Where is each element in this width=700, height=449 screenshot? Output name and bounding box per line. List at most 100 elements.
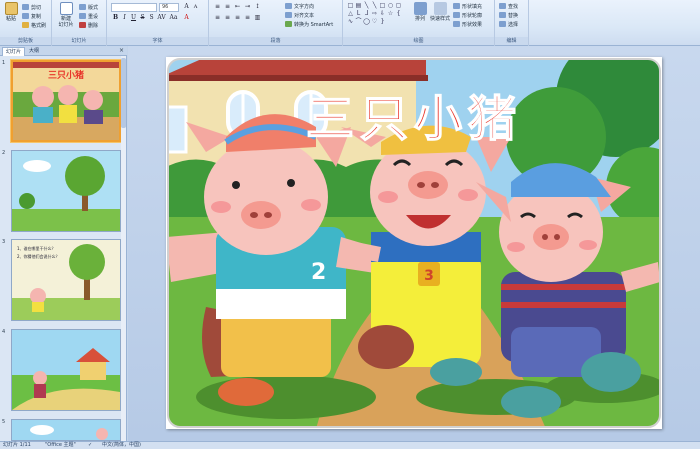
current-slide[interactable]: 2 3 三只小猪: [166, 57, 662, 429]
paste-label: 粘贴: [5, 16, 16, 22]
paste-button[interactable]: 粘贴: [2, 2, 20, 22]
align-center-icon[interactable]: ≡: [223, 14, 232, 22]
slide-number: 4: [2, 329, 6, 335]
slide-thumbnail-2[interactable]: [11, 150, 121, 232]
replace-label: 替换: [508, 12, 519, 19]
brace-shape-icon[interactable]: }: [379, 18, 386, 25]
reset-button[interactable]: 重设: [79, 12, 98, 20]
connector-shape-icon[interactable]: ᒪ: [355, 10, 362, 17]
slide-thumbnail-3[interactable]: 1、谁在哪里干什么？ 2、你猜他们会说什么？: [11, 239, 121, 321]
rectangle-shape-icon[interactable]: □: [379, 2, 386, 9]
layout-button[interactable]: 版式: [79, 3, 98, 11]
cut-label: 剪切: [31, 4, 42, 11]
bold-icon[interactable]: B: [111, 14, 120, 22]
grow-font-icon[interactable]: A: [182, 3, 191, 11]
decrease-indent-icon[interactable]: ⇤: [233, 3, 242, 11]
brush-icon: [22, 22, 29, 28]
rectangle-shape-icon[interactable]: □: [347, 2, 354, 9]
heart-shape-icon[interactable]: ♡: [371, 18, 378, 25]
slide-illustration: 2 3 三只小猪: [167, 58, 661, 428]
slide-thumbnail-4[interactable]: [11, 329, 121, 411]
pig-shirt-number: 2: [311, 260, 326, 285]
curve-shape-icon[interactable]: ∿: [347, 18, 354, 25]
increase-indent-icon[interactable]: ⇥: [243, 3, 252, 11]
tab-slides[interactable]: 幻灯片: [2, 47, 26, 56]
change-case-icon[interactable]: Aa: [169, 14, 178, 22]
find-button[interactable]: 查找: [499, 2, 518, 10]
shapes-gallery[interactable]: □ ▤ ╲ ╲ □ ○ ▢ △ ᒪ ᒧ ⇨ ⇩ ☆ { ∿ ⌒ ◯ ♡ }: [347, 2, 405, 28]
reset-icon: [79, 13, 86, 19]
numbering-icon[interactable]: ≡: [223, 3, 232, 11]
paste-icon: [4, 2, 18, 15]
slide-counter: 幻灯片 1/11: [3, 442, 31, 448]
align-text-button[interactable]: 对齐文本: [285, 11, 314, 19]
callout-shape-icon[interactable]: ◯: [363, 18, 370, 25]
font-name-combo[interactable]: [111, 3, 157, 12]
convert-smartart-button[interactable]: 转换为 SmartArt: [285, 20, 333, 28]
editing-group-label: 编辑: [495, 37, 528, 45]
italic-icon[interactable]: I: [120, 14, 129, 22]
line-shape-icon[interactable]: ╲: [363, 2, 370, 9]
new-slide-label: 新建 幻灯片: [58, 16, 74, 28]
text-direction-button[interactable]: 文字方向: [285, 2, 314, 10]
layout-label: 版式: [88, 4, 99, 11]
scrollbar-thumb[interactable]: [121, 58, 126, 128]
clipboard-group: 粘贴 剪切 复制 格式刷 剪贴板: [0, 0, 52, 46]
font-size-value: 96: [162, 4, 169, 10]
shadow-icon[interactable]: S: [147, 14, 156, 22]
text-box-shape-icon[interactable]: ▤: [355, 2, 362, 9]
slides-pane: 幻灯片 大纲 × 1 三只小猪 2 3 1、谁在哪里干什么？ 2、你猜他们会说什…: [0, 46, 127, 441]
strikethrough-icon[interactable]: S: [138, 14, 147, 22]
shape-fill-button[interactable]: 形状填充: [453, 2, 482, 10]
shape-outline-button[interactable]: 形状轮廓: [453, 11, 482, 19]
oval-shape-icon[interactable]: ○: [387, 2, 394, 9]
columns-icon[interactable]: ▥: [253, 14, 262, 22]
close-icon[interactable]: ×: [119, 47, 124, 54]
tab-outline[interactable]: 大纲: [26, 47, 42, 56]
triangle-shape-icon[interactable]: △: [347, 10, 354, 17]
slide-thumbnail-1[interactable]: 三只小猪: [11, 60, 121, 142]
replace-button[interactable]: 替换: [499, 11, 518, 19]
line-shape-icon[interactable]: ╲: [371, 2, 378, 9]
slides-group: 新建 幻灯片 版式 重设 删除 幻灯片: [52, 0, 107, 46]
new-slide-button[interactable]: 新建 幻灯片: [55, 2, 77, 28]
format-painter-button[interactable]: 格式刷: [22, 21, 46, 29]
select-button[interactable]: 选择: [499, 20, 518, 28]
arrow-shape-icon[interactable]: ⇨: [371, 10, 378, 17]
underline-icon[interactable]: U: [129, 14, 138, 22]
font-size-combo[interactable]: 96: [159, 3, 179, 12]
bullets-icon[interactable]: ≡: [213, 3, 222, 11]
rounded-rect-shape-icon[interactable]: ▢: [395, 2, 402, 9]
layout-icon: [79, 4, 86, 10]
align-left-icon[interactable]: ≡: [213, 14, 222, 22]
slide-number: 2: [2, 150, 6, 156]
spellcheck-icon[interactable]: ✓: [88, 442, 92, 449]
copy-button[interactable]: 复制: [22, 12, 41, 20]
curve-shape-icon[interactable]: ⌒: [355, 18, 362, 25]
shape-effects-button[interactable]: 形状效果: [453, 20, 482, 28]
select-icon: [499, 21, 506, 27]
cut-button[interactable]: 剪切: [22, 3, 41, 11]
slide-thumbnail-image: [12, 420, 120, 440]
copy-label: 复制: [31, 13, 42, 20]
line-spacing-icon[interactable]: ↕: [253, 3, 262, 11]
quick-styles-button[interactable]: 快速样式: [429, 2, 451, 22]
arrow-shape-icon[interactable]: ⇩: [379, 10, 386, 17]
slide-thumbnail-5[interactable]: [11, 419, 121, 441]
delete-button[interactable]: 删除: [79, 21, 98, 29]
font-color-icon[interactable]: A: [182, 14, 191, 22]
slide-title[interactable]: 三只小猪: [305, 90, 522, 148]
star-shape-icon[interactable]: ☆: [387, 10, 394, 17]
shrink-font-icon[interactable]: A: [191, 3, 200, 11]
align-right-icon[interactable]: ≡: [233, 14, 242, 22]
quick-styles-label: 快速样式: [429, 16, 450, 22]
arrange-button[interactable]: 排列: [411, 2, 429, 22]
theme-name: "Office 主题": [45, 442, 76, 448]
justify-icon[interactable]: ≡: [243, 14, 252, 22]
brace-shape-icon[interactable]: {: [395, 10, 402, 17]
font-group-label: 字体: [107, 37, 208, 45]
connector-shape-icon[interactable]: ᒧ: [363, 10, 370, 17]
delete-icon: [79, 22, 86, 28]
copy-icon: [22, 13, 29, 19]
char-spacing-icon[interactable]: AV: [157, 14, 166, 22]
